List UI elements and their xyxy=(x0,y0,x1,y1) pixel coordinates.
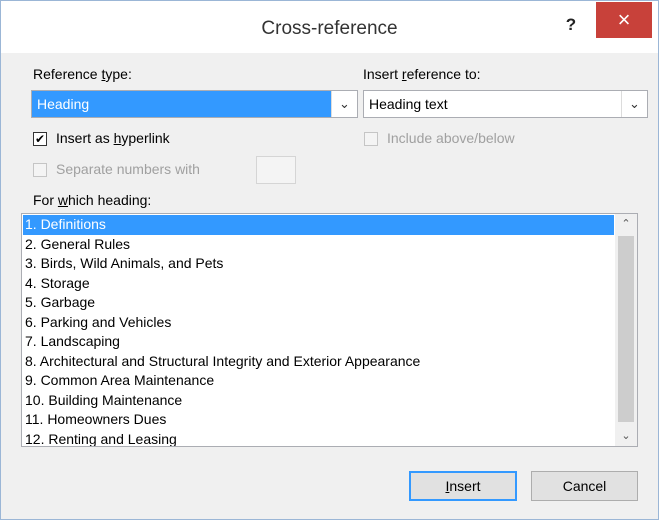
chevron-down-icon[interactable]: ⌄ xyxy=(621,91,647,117)
reference-type-select[interactable]: Heading ⌄ xyxy=(31,90,358,118)
heading-list: 1. Definitions 2. General Rules 3. Birds, … xyxy=(23,215,614,447)
cross-reference-dialog: Cross-reference ? × Reference type: Head… xyxy=(0,0,659,520)
insert-reference-to-select[interactable]: Heading text ⌄ xyxy=(363,90,648,118)
insert-as-hyperlink-checkbox[interactable]: ✔ xyxy=(33,132,47,146)
insert-reference-to-label: Insert reference to: xyxy=(363,66,481,82)
reference-type-label: Reference type: xyxy=(33,66,132,82)
cancel-button[interactable]: Cancel xyxy=(531,471,638,501)
separate-numbers-checkbox[interactable] xyxy=(33,163,47,177)
close-icon: × xyxy=(617,7,631,32)
scroll-up-icon[interactable]: ⌃ xyxy=(615,214,637,234)
separate-numbers-label[interactable]: Separate numbers with xyxy=(56,161,200,177)
list-item[interactable]: 8. Architectural and Structural Integrit… xyxy=(23,352,614,372)
for-which-heading-label: For which heading: xyxy=(33,192,151,208)
insert-as-hyperlink-label-rest: yperlink xyxy=(121,130,170,146)
reference-type-label-rest: ype: xyxy=(105,66,132,82)
scrollbar-thumb[interactable] xyxy=(618,236,634,422)
list-item[interactable]: 12. Renting and Leasing xyxy=(23,430,614,447)
list-item[interactable]: 3. Birds, Wild Animals, and Pets xyxy=(23,254,614,274)
close-button[interactable]: × xyxy=(596,2,652,38)
help-button[interactable]: ? xyxy=(556,11,586,39)
reference-type-value: Heading xyxy=(32,91,331,117)
list-item[interactable]: 7. Landscaping xyxy=(23,332,614,352)
insert-reference-to-value: Heading text xyxy=(369,96,448,112)
insert-reference-to-label-text: Insert xyxy=(363,66,402,82)
insert-as-hyperlink-label-text: Insert as xyxy=(56,130,114,146)
dialog-body: Reference type: Heading ⌄ Insert referen… xyxy=(11,53,648,509)
insert-as-hyperlink-label[interactable]: Insert as hyperlink xyxy=(56,130,170,146)
list-item[interactable]: 6. Parking and Vehicles xyxy=(23,313,614,333)
list-item[interactable]: 2. General Rules xyxy=(23,235,614,255)
list-item[interactable]: 4. Storage xyxy=(23,274,614,294)
list-item[interactable]: 5. Garbage xyxy=(23,293,614,313)
heading-listbox[interactable]: 1. Definitions 2. General Rules 3. Birds, … xyxy=(21,213,638,447)
include-above-below-checkbox[interactable] xyxy=(364,132,378,146)
title-bar: Cross-reference ? × xyxy=(1,1,658,53)
insert-button-label: nsert xyxy=(449,478,481,494)
include-above-below-label[interactable]: Include above/below xyxy=(387,130,515,146)
list-item[interactable]: 9. Common Area Maintenance xyxy=(23,371,614,391)
for-which-heading-label-accel: w xyxy=(57,192,69,208)
scroll-down-icon[interactable]: ⌄ xyxy=(615,426,637,446)
checkmark-icon: ✔ xyxy=(34,132,46,146)
separate-numbers-input[interactable] xyxy=(256,156,296,184)
vertical-scrollbar[interactable]: ⌃ ⌄ xyxy=(615,214,637,446)
list-item[interactable]: 11. Homeowners Dues xyxy=(23,410,614,430)
chevron-down-icon[interactable]: ⌄ xyxy=(331,91,357,117)
insert-reference-to-label-rest: eference to: xyxy=(406,66,481,82)
for-which-heading-label-rest: hich heading: xyxy=(68,192,152,208)
reference-type-label-text: Reference xyxy=(33,66,102,82)
list-item[interactable]: 10. Building Maintenance xyxy=(23,391,614,411)
list-item[interactable]: 1. Definitions xyxy=(23,215,614,235)
for-which-heading-label-text: For xyxy=(33,192,58,208)
insert-button[interactable]: Insert xyxy=(409,471,517,501)
